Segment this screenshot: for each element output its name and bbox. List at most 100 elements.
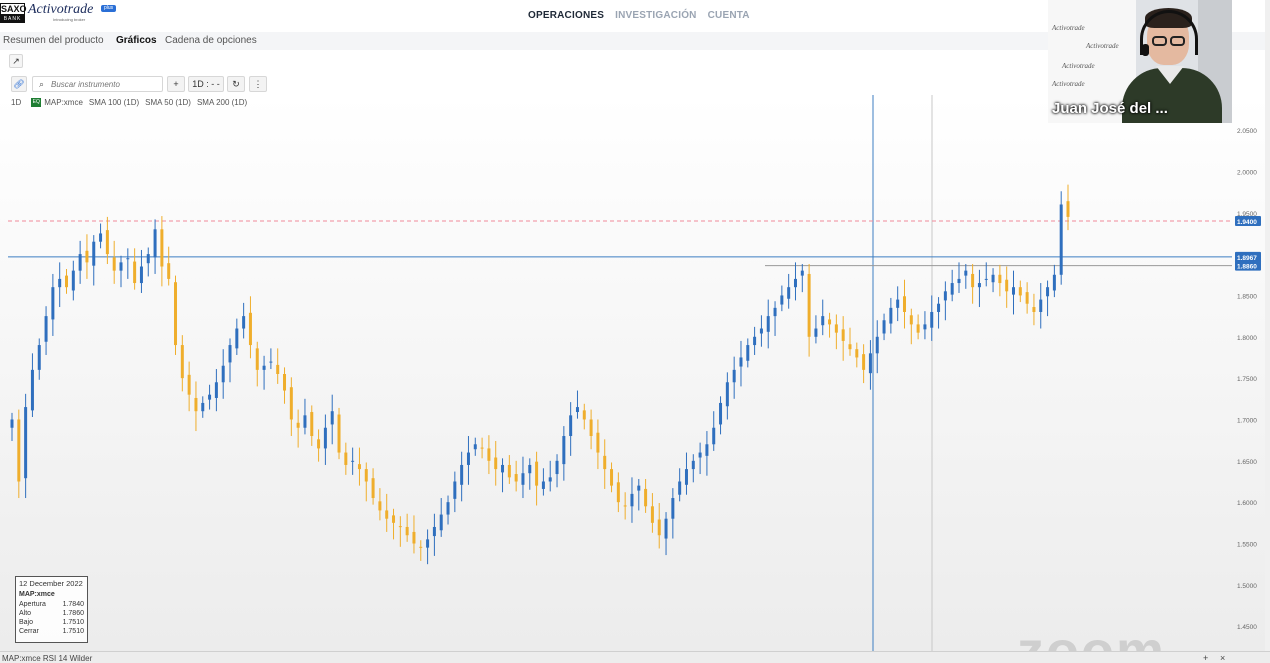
candle-body — [1052, 274, 1056, 291]
candle-body — [800, 270, 804, 276]
candle-body — [691, 460, 695, 470]
banner-text: Activotrade — [1086, 42, 1119, 50]
add-indicator-button[interactable]: + — [1203, 653, 1208, 663]
candle-body — [65, 275, 69, 288]
candle-body — [705, 444, 709, 456]
candle-body — [255, 348, 259, 370]
legend-sma-100[interactable]: SMA 100 (1D) — [89, 98, 139, 107]
y-tick-label: 1.8000 — [1237, 335, 1257, 342]
search-box[interactable]: ⌕ — [32, 76, 163, 92]
candle-body — [105, 230, 109, 255]
candle-body — [596, 432, 600, 453]
ohlc-label: Bajo — [19, 619, 34, 626]
ohlc-value: 1.7510 — [62, 628, 84, 635]
candlestick-plot[interactable]: 2.05002.00001.95001.90001.85001.80001.75… — [0, 95, 1270, 651]
add-button[interactable]: + — [167, 76, 185, 92]
candle-body — [378, 501, 382, 511]
candle-body — [337, 414, 341, 453]
candle-body — [1032, 307, 1036, 312]
candle-body — [194, 397, 198, 412]
rsi-indicator-label[interactable]: MAP:xmce RSI 14 Wilder — [2, 654, 92, 663]
candle-body — [943, 291, 947, 301]
candle-body — [684, 469, 688, 485]
candle-body — [330, 411, 334, 425]
candle-body — [398, 526, 402, 528]
candle-body — [228, 345, 232, 363]
candle-body — [637, 485, 641, 491]
more-vertical-icon[interactable]: ⋮ — [249, 76, 267, 92]
search-icon: ⌕ — [39, 79, 45, 89]
candle-body — [153, 229, 157, 258]
banner-text: Activotrade — [1062, 62, 1095, 70]
candle-body — [201, 402, 205, 412]
candle-body — [78, 254, 82, 271]
candle-body — [221, 365, 225, 383]
tab-graficos[interactable]: Gráficos — [116, 35, 157, 46]
candle-body — [344, 452, 348, 465]
candle-body — [283, 374, 287, 391]
link-icon[interactable]: 🔗︎ — [11, 76, 27, 92]
resistance-price-tag: 1.8860 — [1237, 264, 1257, 271]
candle-body — [868, 353, 872, 374]
saxo-logo-text: SAXO — [0, 3, 27, 15]
nav-cuenta[interactable]: CUENTA — [708, 10, 750, 21]
candle-body — [214, 382, 218, 398]
ohlc-symbol: MAP:xmce — [19, 591, 55, 598]
banner-text: Activotrade — [1052, 24, 1085, 32]
search-input[interactable] — [51, 78, 161, 90]
candle-body — [725, 382, 729, 407]
candle-body — [405, 526, 409, 536]
candle-body — [930, 311, 934, 328]
price-chart[interactable]: 2.05002.00001.95001.90001.85001.80001.75… — [0, 95, 1270, 663]
candle-body — [787, 287, 791, 299]
candle-body — [862, 354, 866, 370]
candle-body — [548, 477, 552, 482]
nav-operaciones[interactable]: OPERACIONES — [528, 10, 604, 21]
candle-body — [71, 270, 75, 291]
candle-body — [698, 452, 702, 458]
candle-body — [664, 518, 668, 539]
nav-investigacion[interactable]: INVESTIGACIÓN — [615, 10, 697, 21]
candle-body — [753, 336, 757, 346]
external-link-icon[interactable]: ↗ — [9, 54, 23, 68]
legend-sma-50[interactable]: SMA 50 (1D) — [145, 98, 191, 107]
candle-body — [1066, 201, 1070, 217]
y-tick-label: 1.5500 — [1237, 542, 1257, 549]
refresh-icon[interactable]: ↻ — [227, 76, 245, 92]
candle-body — [276, 364, 280, 374]
candle-body — [732, 369, 736, 383]
timeframe-button[interactable]: 1D : - - — [188, 76, 224, 92]
candle-body — [555, 460, 559, 475]
tab-resumen-del-producto[interactable]: Resumen del producto — [3, 35, 104, 46]
candle-body — [317, 439, 321, 449]
candle-body — [841, 329, 845, 341]
candle-body — [971, 273, 975, 288]
ohlc-date: 12 December 2022 — [19, 579, 83, 588]
candle-body — [187, 374, 191, 395]
saxo-bank-logo: SAXO BANK — [0, 3, 27, 23]
candle-body — [466, 452, 470, 465]
candle-body — [17, 419, 21, 482]
candle-body — [759, 328, 763, 334]
y-tick-label: 2.0500 — [1237, 128, 1257, 135]
legend-symbol[interactable]: MAP:xmce — [44, 98, 83, 107]
candle-body — [882, 320, 886, 334]
chart-legend: 1D EQ MAP:xmce SMA 100 (1D) SMA 50 (1D) … — [11, 98, 253, 107]
legend-sma-200[interactable]: SMA 200 (1D) — [197, 98, 247, 107]
legend-period: 1D — [11, 98, 22, 107]
y-tick-label: 1.8500 — [1237, 293, 1257, 300]
candle-body — [480, 447, 484, 449]
candle-body — [521, 473, 525, 485]
candle-body — [1011, 287, 1015, 295]
tab-cadena-de-opciones[interactable]: Cadena de opciones — [165, 35, 257, 46]
right-scrollbar[interactable] — [1265, 0, 1270, 651]
candle-body — [1005, 279, 1009, 292]
candle-body — [296, 422, 300, 428]
candle-body — [167, 263, 171, 279]
bank-logo-text: BANK — [0, 15, 25, 23]
candle-body — [487, 448, 491, 461]
ohlc-label: Cerrar — [19, 628, 39, 635]
y-tick-label: 1.7000 — [1237, 417, 1257, 424]
close-indicator-button[interactable]: × — [1220, 653, 1225, 663]
candle-body — [739, 357, 743, 367]
